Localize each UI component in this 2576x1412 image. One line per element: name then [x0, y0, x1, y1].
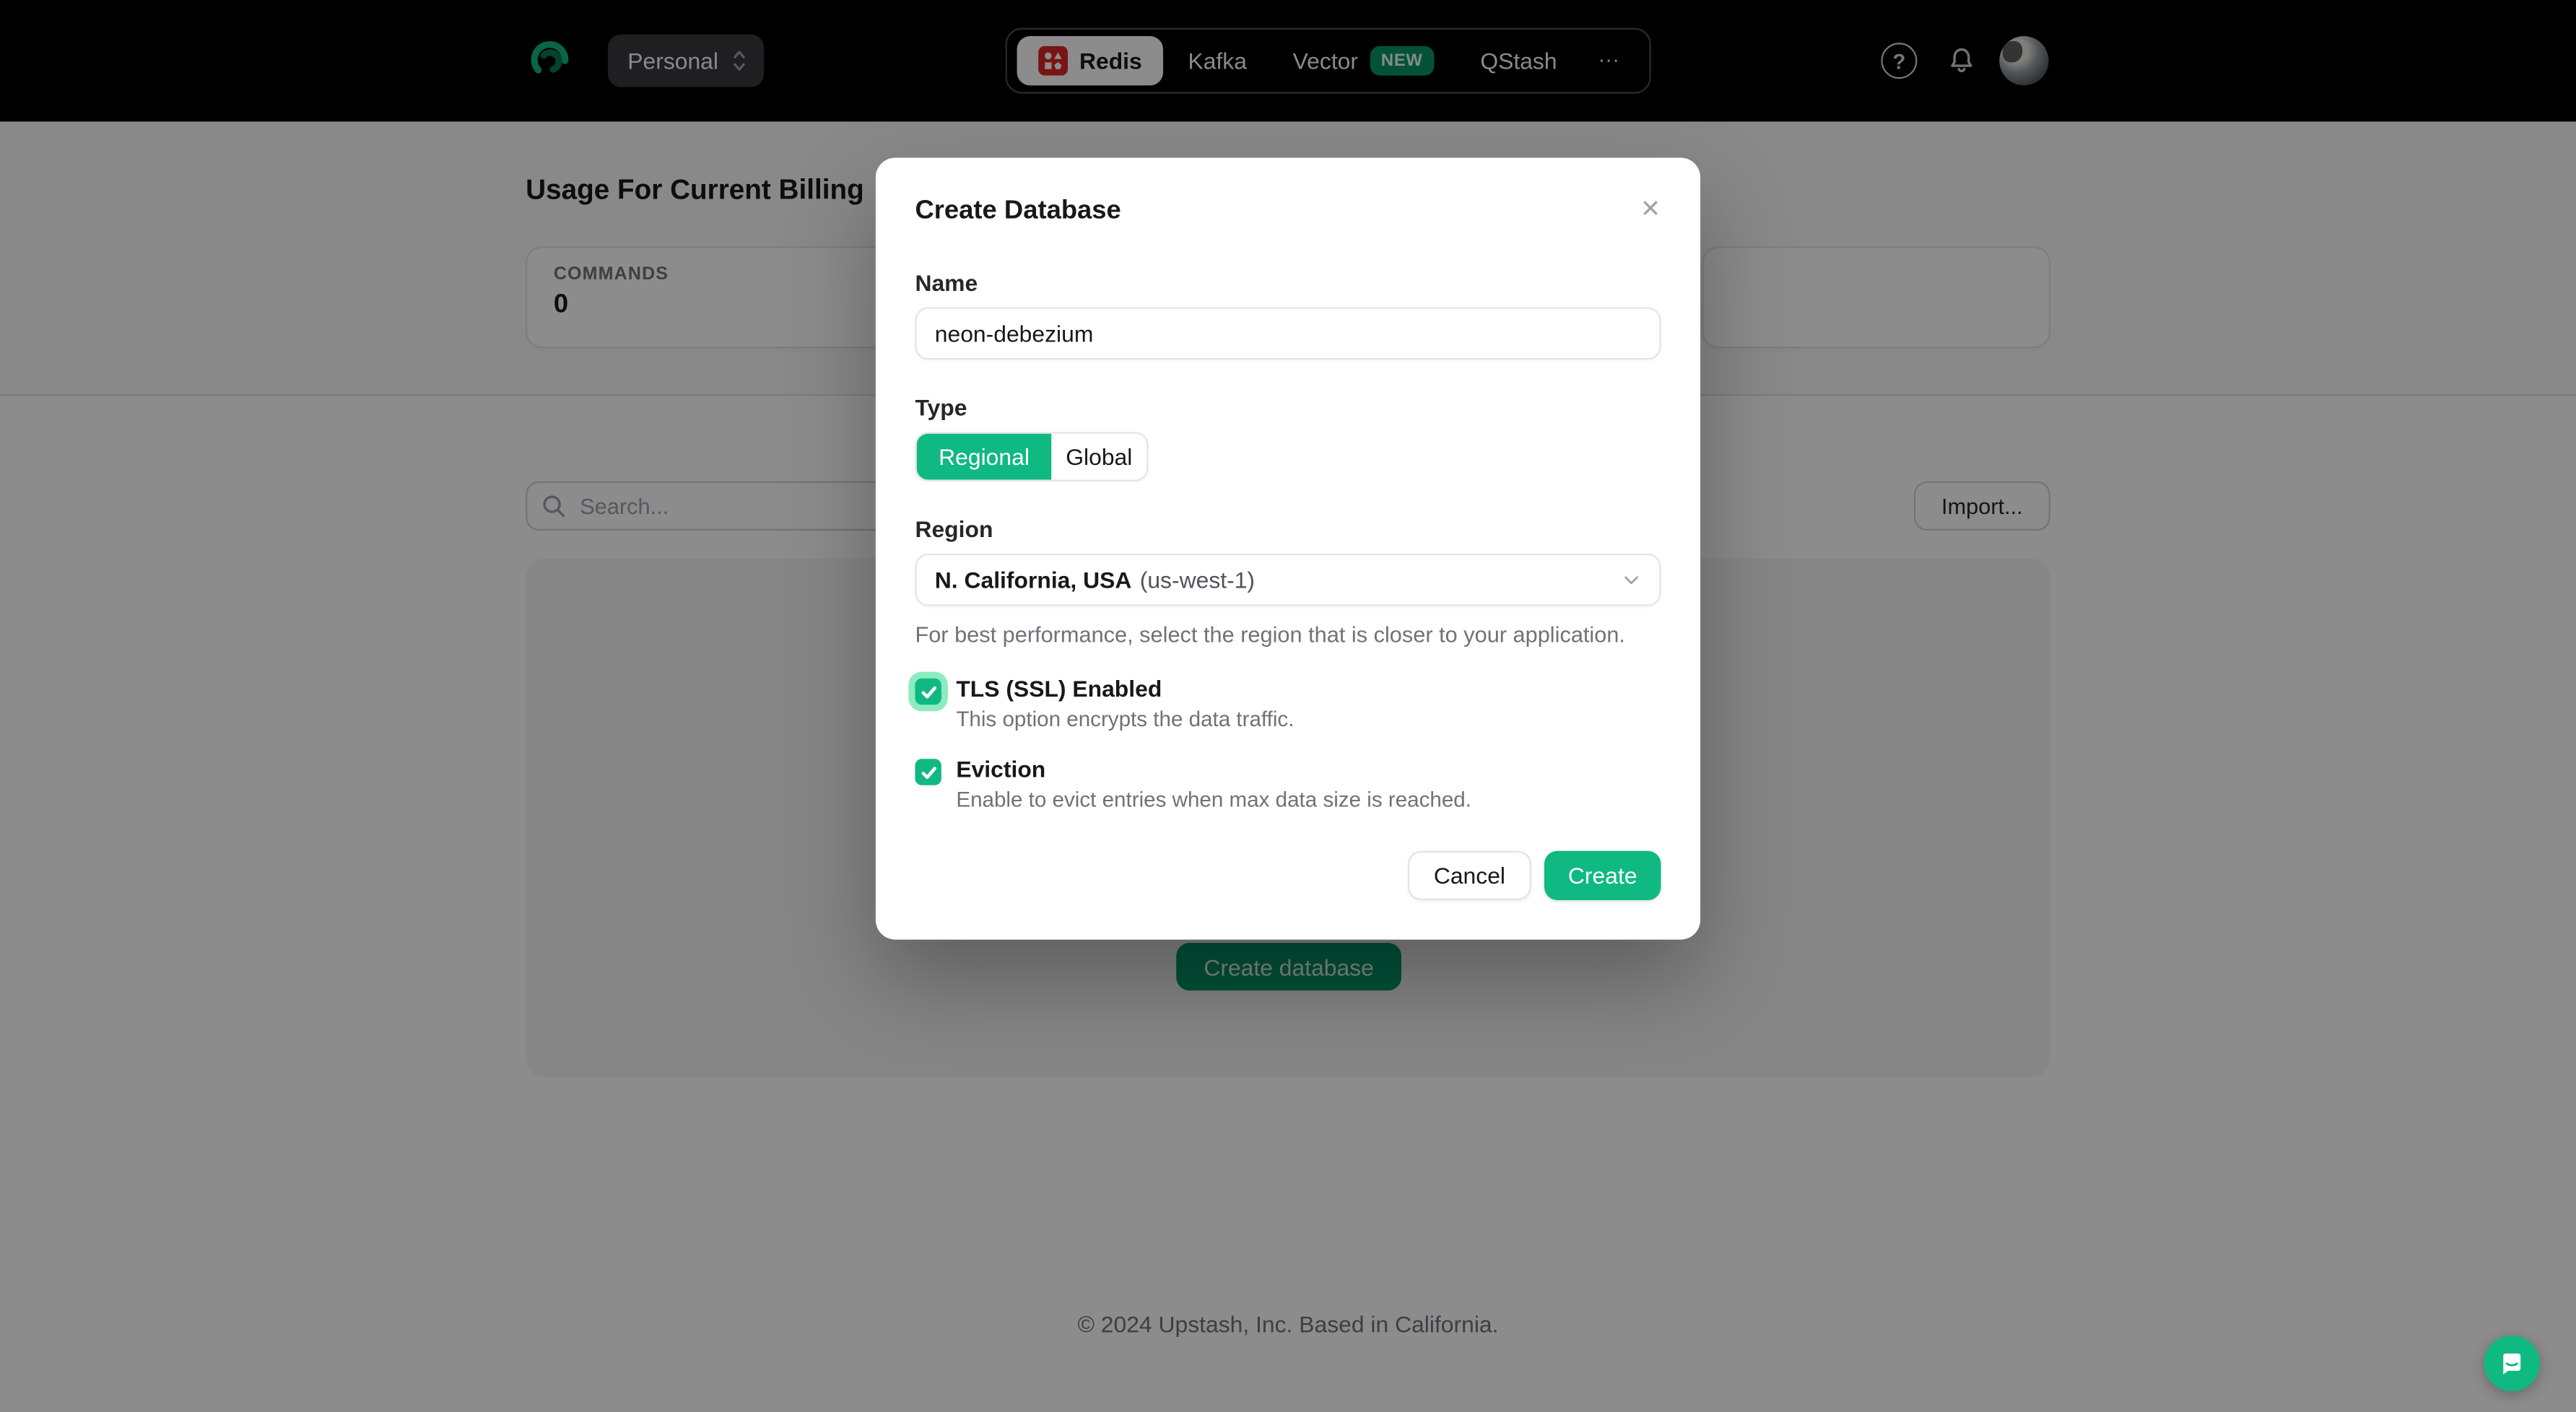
eviction-option-row: Eviction Enable to evict entries when ma… — [915, 756, 1661, 811]
create-database-modal: Create Database ✕ Name Type Regional Glo… — [876, 157, 1700, 939]
app-window: Personal Redis Kafka Vect — [0, 0, 2576, 1412]
tls-description: This option encrypts the data traffic. — [956, 706, 1294, 731]
region-code: (us-west-1) — [1140, 567, 1255, 593]
eviction-label: Eviction — [956, 756, 1471, 782]
name-label: Name — [915, 269, 1661, 295]
check-icon — [919, 763, 937, 781]
region-helper-text: For best performance, select the region … — [915, 622, 1661, 647]
type-option-global[interactable]: Global — [1051, 434, 1146, 480]
type-option-regional[interactable]: Regional — [917, 434, 1052, 480]
eviction-checkbox[interactable] — [915, 759, 941, 785]
region-value: N. California, USA — [935, 567, 1132, 593]
cancel-button[interactable]: Cancel — [1408, 851, 1531, 900]
tls-option-row: TLS (SSL) Enabled This option encrypts t… — [915, 675, 1661, 731]
create-button[interactable]: Create — [1544, 851, 1661, 900]
check-icon — [919, 682, 937, 700]
chevron-down-icon — [1622, 570, 1641, 590]
tls-label: TLS (SSL) Enabled — [956, 675, 1294, 701]
modal-title: Create Database — [915, 197, 1121, 227]
name-input[interactable] — [915, 308, 1661, 360]
chat-launcher-button[interactable] — [2484, 1335, 2540, 1391]
chat-bubble-icon — [2497, 1348, 2527, 1378]
close-icon[interactable]: ✕ — [1640, 197, 1661, 222]
region-label: Region — [915, 516, 1661, 542]
region-select[interactable]: N. California, USA (us-west-1) — [915, 554, 1661, 606]
tls-checkbox[interactable] — [915, 679, 941, 705]
type-label: Type — [915, 394, 1661, 420]
type-segmented-control: Regional Global — [915, 432, 1148, 481]
eviction-description: Enable to evict entries when max data si… — [956, 787, 1471, 811]
